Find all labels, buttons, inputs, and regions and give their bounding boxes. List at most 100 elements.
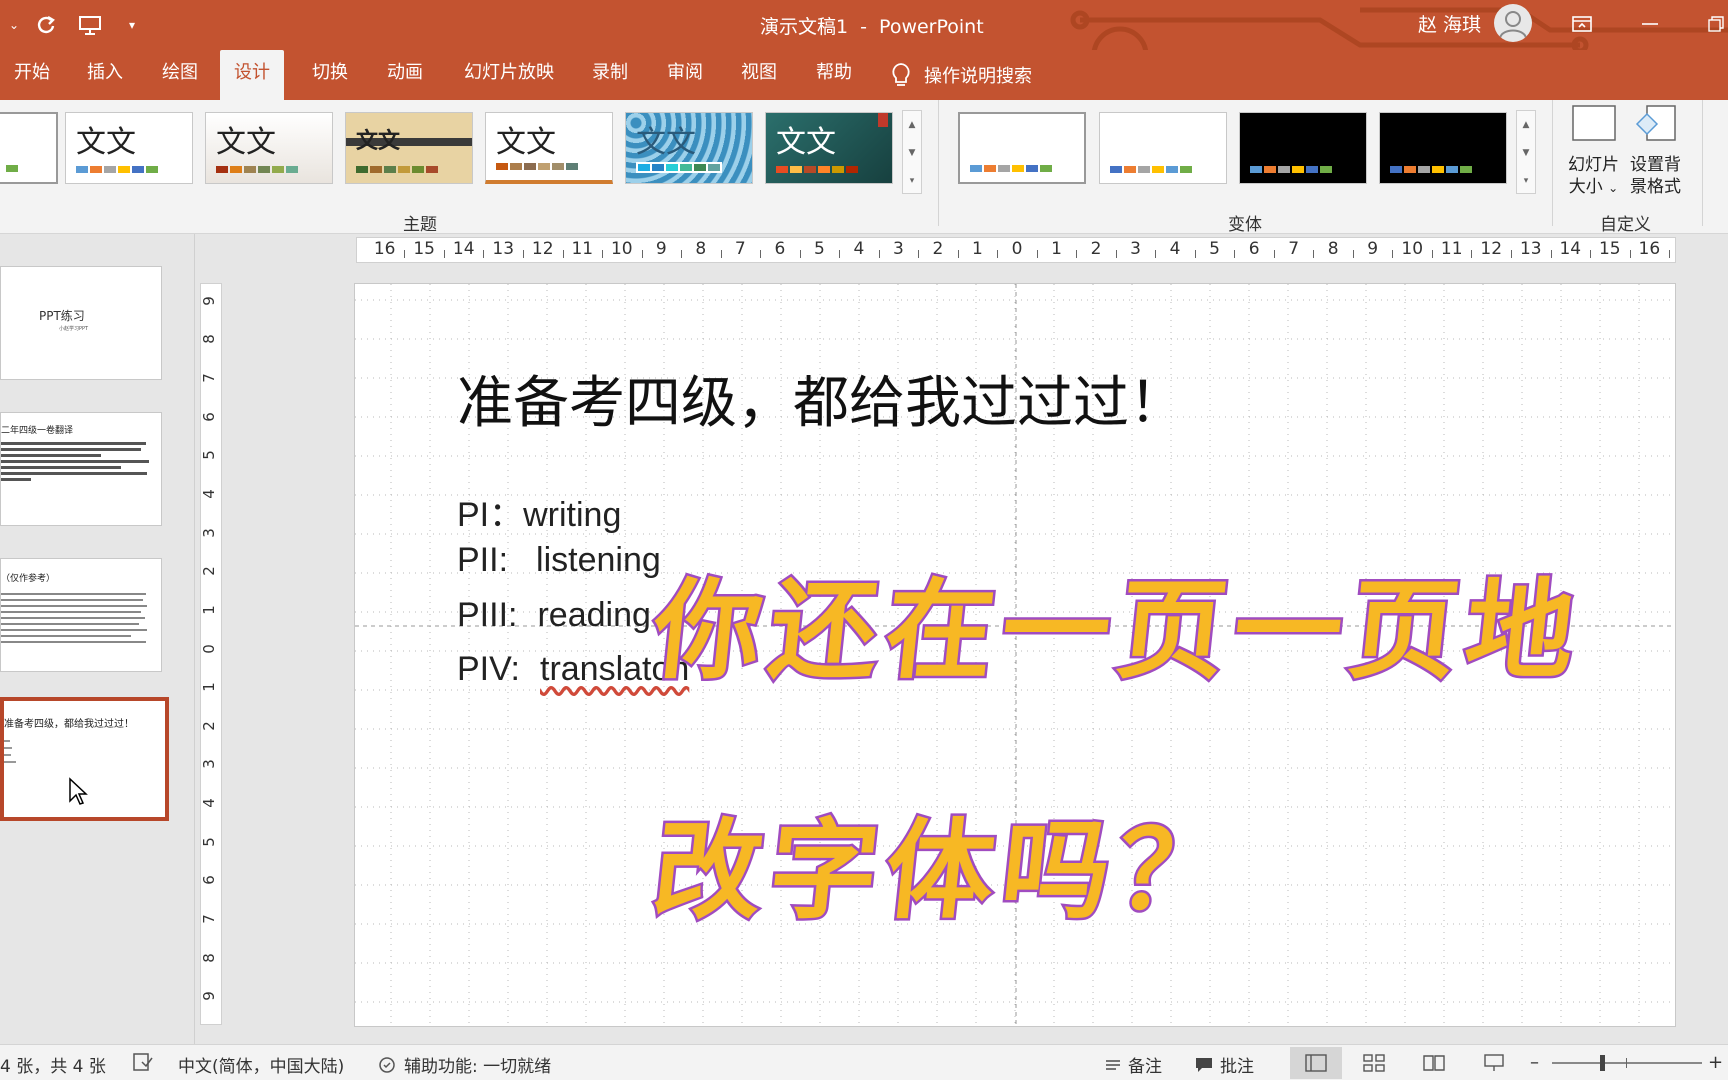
- minimize-icon[interactable]: [1630, 8, 1670, 40]
- tab-view[interactable]: 视图: [727, 50, 791, 100]
- bullet-3[interactable]: PIII: reading: [457, 596, 651, 635]
- ruler-label: 3: [199, 759, 218, 770]
- slide-title[interactable]: 准备考四级，都给我过过过！: [457, 358, 1185, 439]
- ruler-label: 13: [1519, 239, 1542, 259]
- scroll-up-icon[interactable]: ▲: [903, 111, 921, 139]
- scroll-up-icon[interactable]: ▲: [1517, 111, 1535, 139]
- more-variants-icon[interactable]: ▾: [1517, 167, 1535, 195]
- ruler-tick: [1076, 250, 1078, 258]
- tab-slideshow[interactable]: 幻灯片放映: [450, 50, 568, 100]
- themes-scroll[interactable]: ▲ ▼ ▾: [902, 110, 922, 194]
- spellcheck-icon[interactable]: [132, 1052, 154, 1072]
- slide-thumbnail-1[interactable]: PPT练习 小赵学习PPT: [0, 266, 162, 380]
- slideshow-button[interactable]: [1468, 1047, 1520, 1079]
- tab-review[interactable]: 审阅: [653, 50, 717, 100]
- tab-home[interactable]: 开始: [0, 50, 64, 100]
- slide-size-button[interactable]: 幻灯片 大小 ⌄: [1568, 104, 1619, 199]
- user-name[interactable]: 赵 海琪: [1418, 10, 1481, 37]
- theme-3[interactable]: 文文: [345, 112, 473, 184]
- language-indicator[interactable]: 中文(简体，中国大陆): [178, 1052, 344, 1077]
- accessibility-label: 辅助功能: 一切就绪: [404, 1057, 552, 1077]
- variant-1[interactable]: [958, 112, 1086, 184]
- theme-6[interactable]: 文文: [765, 112, 893, 184]
- tab-record[interactable]: 录制: [578, 50, 642, 100]
- slide-thumbnail-2[interactable]: 二年四级一卷翻译: [0, 412, 162, 526]
- zoom-out-button[interactable]: –: [1530, 1052, 1539, 1073]
- slide-counter[interactable]: 4 张，共 4 张: [0, 1052, 106, 1077]
- variant-swatches: [1250, 166, 1332, 173]
- zoom-slider-thumb[interactable]: [1600, 1055, 1605, 1071]
- tab-design[interactable]: 设计: [220, 50, 284, 100]
- tab-animations[interactable]: 动画: [373, 50, 437, 100]
- slide-3-title: （仅作参考）: [1, 574, 56, 584]
- slide-canvas[interactable]: 准备考四级，都给我过过过！ PI：writing PII: listening P…: [354, 283, 1676, 1027]
- tab-help[interactable]: 帮助: [802, 50, 866, 100]
- variant-swatches: [1110, 166, 1192, 173]
- ruler-tick: [681, 250, 683, 258]
- bullet-label: PI：: [457, 496, 524, 534]
- notes-button[interactable]: 备注: [1104, 1052, 1162, 1077]
- theme-office[interactable]: [0, 112, 58, 184]
- scroll-down-icon[interactable]: ▼: [903, 139, 921, 167]
- ruler-tick: [878, 250, 880, 258]
- comments-button[interactable]: 批注: [1194, 1052, 1254, 1077]
- slide-thumbnail-4[interactable]: 准备考四级，都给我过过过！: [0, 697, 169, 821]
- theme-1[interactable]: 文文: [65, 112, 193, 184]
- tab-draw[interactable]: 绘图: [148, 50, 212, 100]
- qat-dropdown-icon[interactable]: ⌄: [6, 11, 22, 39]
- redo-icon[interactable]: [32, 11, 60, 39]
- format-background-button[interactable]: 设置背 景格式: [1630, 104, 1681, 198]
- ruler-tick: [997, 250, 999, 258]
- zoom-slider-center-tick: [1626, 1058, 1627, 1068]
- variant-2[interactable]: [1099, 112, 1227, 184]
- zoom-slider[interactable]: [1552, 1055, 1702, 1071]
- ruler-label: 3: [1130, 239, 1141, 259]
- bullet-1[interactable]: PI：writing: [457, 487, 621, 536]
- reading-view-button[interactable]: [1408, 1047, 1460, 1079]
- variant-3[interactable]: [1239, 112, 1367, 184]
- ruler-label: 5: [813, 239, 825, 259]
- scroll-down-icon[interactable]: ▼: [1517, 139, 1535, 167]
- ruler-label: 12: [1480, 239, 1503, 259]
- customize-qat-icon[interactable]: ▾: [124, 11, 140, 39]
- ruler-tick: [720, 250, 722, 258]
- theme-swatches: [496, 163, 578, 170]
- restore-icon[interactable]: [1696, 8, 1728, 40]
- theme-5[interactable]: 文文: [625, 112, 753, 184]
- theme-4[interactable]: 文文: [485, 112, 613, 184]
- theme-sample-text: 文文: [76, 125, 136, 160]
- more-themes-icon[interactable]: ▾: [903, 167, 921, 195]
- ruler-label: 7: [734, 239, 746, 259]
- zoom-in-button[interactable]: +: [1708, 1052, 1723, 1073]
- ruler-label: 10: [1401, 239, 1424, 259]
- slide-size-arrow: ⌄: [1608, 181, 1619, 195]
- ruler-label: 7: [199, 373, 218, 383]
- theme-2[interactable]: 文文: [205, 112, 333, 184]
- notes-label: 备注: [1128, 1057, 1162, 1077]
- variants-scroll[interactable]: ▲ ▼ ▾: [1516, 110, 1536, 194]
- lightbulb-icon: [892, 63, 910, 86]
- bullet-text: writing: [523, 496, 622, 534]
- ruler-tick: [1629, 250, 1631, 258]
- accessibility-status[interactable]: 辅助功能: 一切就绪: [376, 1052, 551, 1077]
- ruler-label: 4: [199, 489, 218, 499]
- tell-me-search[interactable]: 操作说明搜索: [890, 50, 1032, 100]
- ruler-label: 5: [1209, 239, 1221, 259]
- present-from-start-icon[interactable]: [76, 11, 104, 39]
- ruler-label: 13: [492, 239, 515, 259]
- variant-4[interactable]: [1379, 112, 1507, 184]
- variant-swatches: [970, 165, 1052, 172]
- ribbon-display-options-icon[interactable]: [1562, 8, 1602, 40]
- ruler-label: 8: [1327, 239, 1339, 259]
- theme-swatches: [76, 166, 158, 173]
- bullet-2[interactable]: PII: listening: [457, 541, 661, 580]
- slide-thumbnail-3[interactable]: （仅作参考）: [0, 558, 162, 672]
- avatar[interactable]: [1494, 4, 1532, 42]
- ruler-tick: [483, 250, 485, 258]
- slide-sorter-button[interactable]: [1348, 1047, 1400, 1079]
- tab-transitions[interactable]: 切换: [298, 50, 362, 100]
- tab-insert[interactable]: 插入: [73, 50, 137, 100]
- theme-swatches: [636, 162, 722, 173]
- ruler-tick: [1194, 250, 1196, 258]
- normal-view-button[interactable]: [1290, 1047, 1342, 1079]
